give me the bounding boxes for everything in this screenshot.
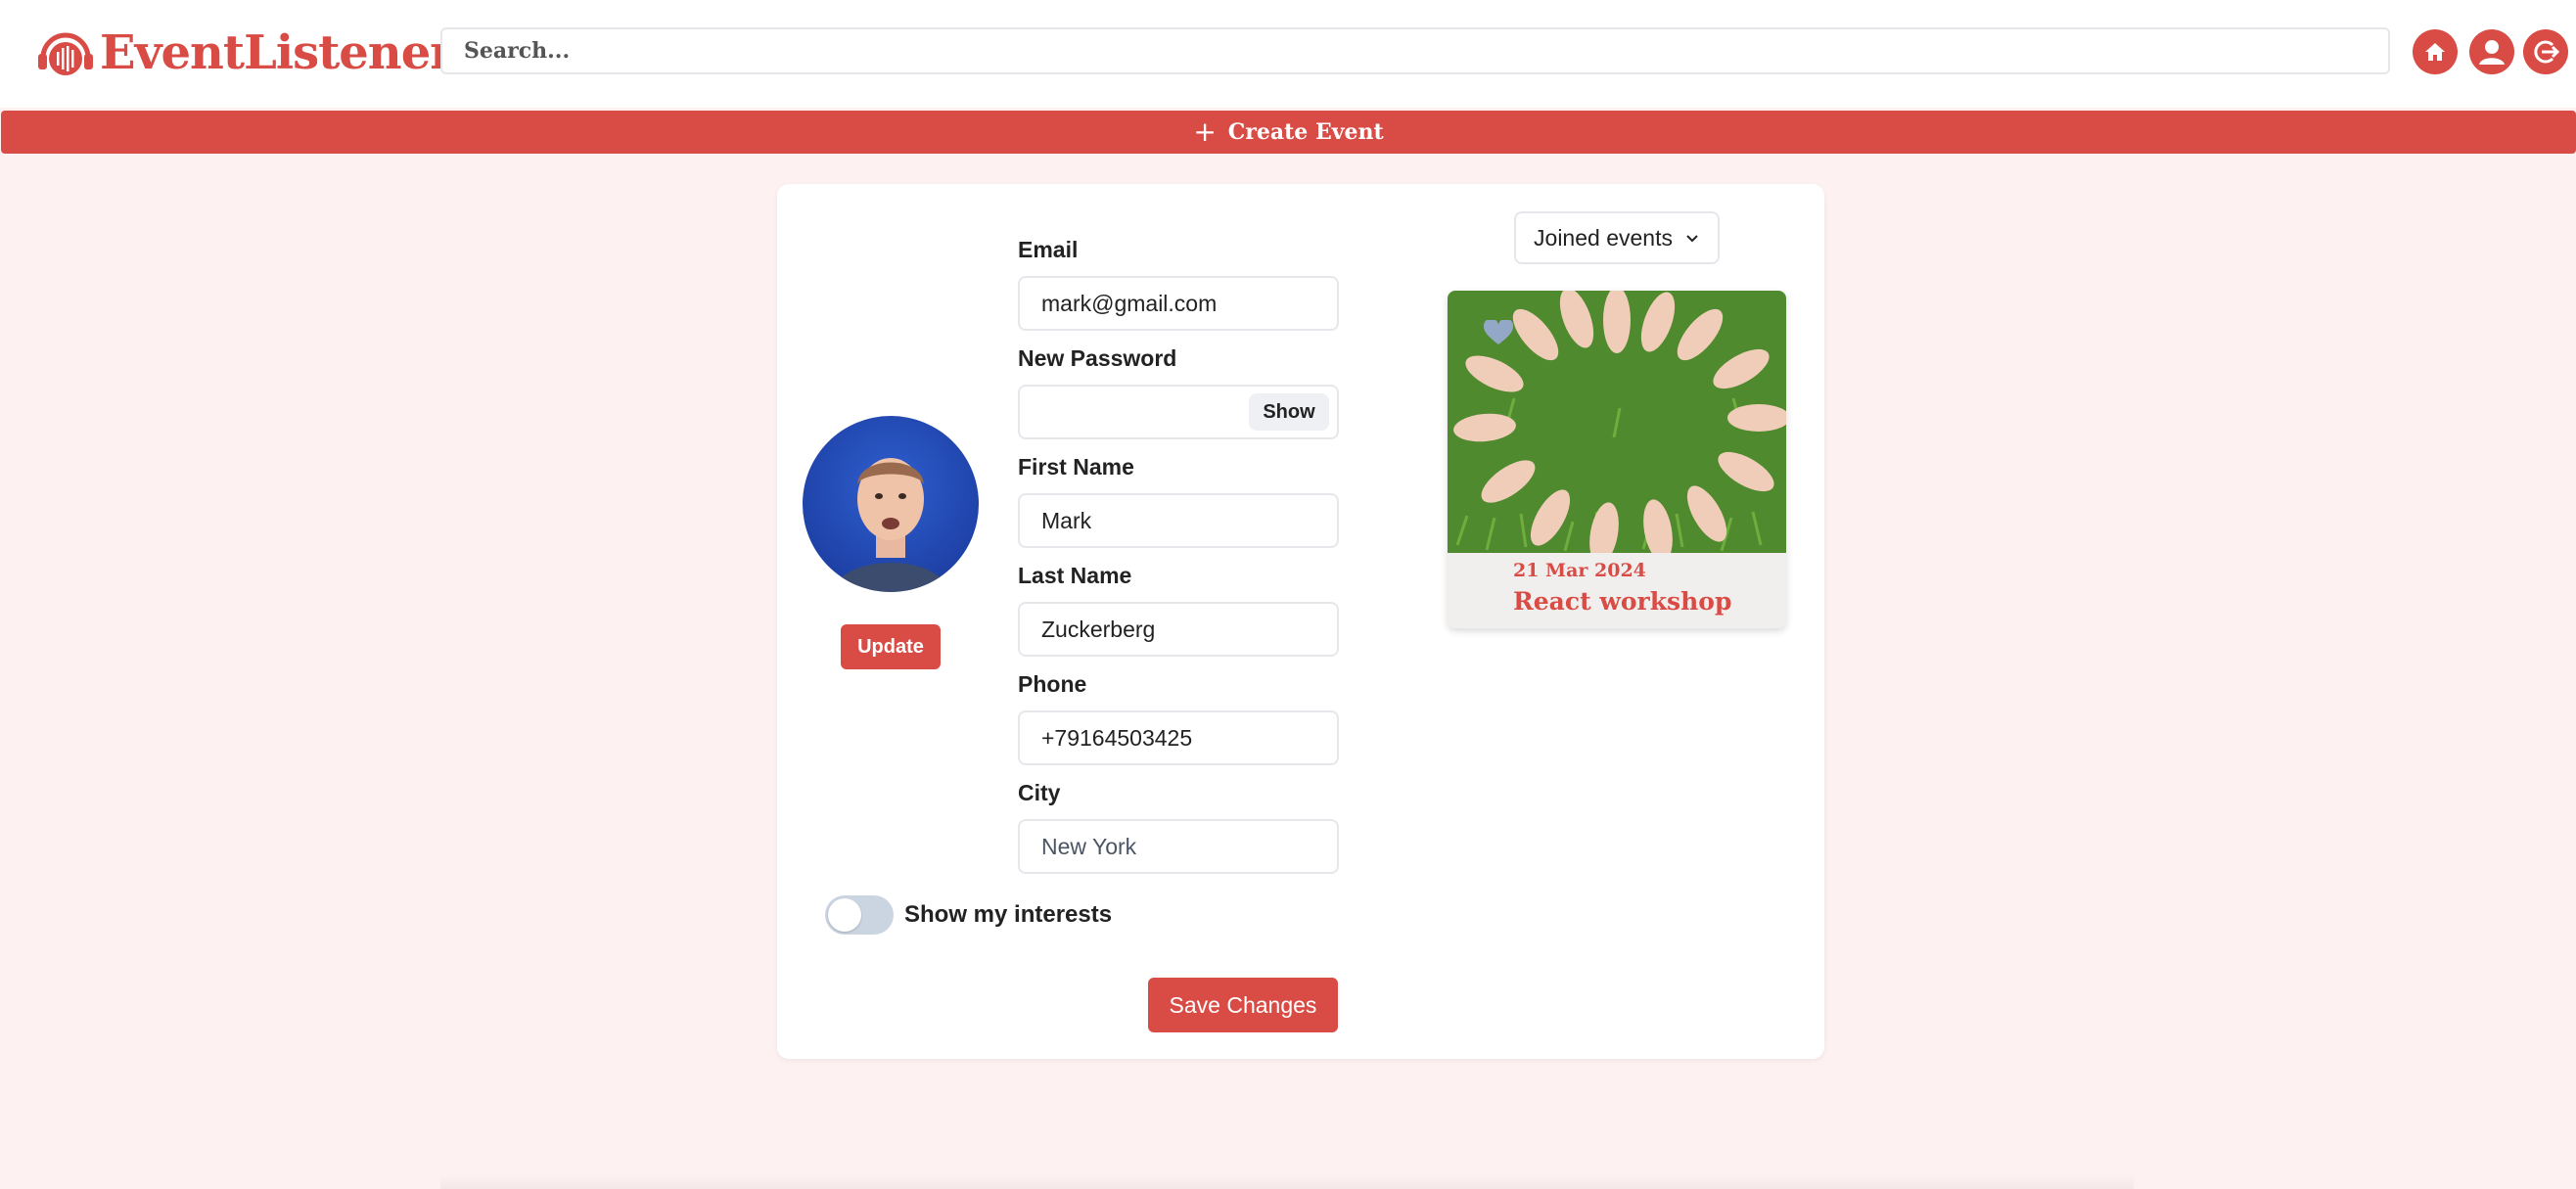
last-name-field[interactable] [1018, 602, 1339, 657]
user-icon [2479, 40, 2505, 65]
heart-icon[interactable] [1484, 320, 1513, 345]
show-interests-toggle[interactable] [825, 895, 894, 935]
update-avatar-button[interactable]: Update [841, 624, 941, 669]
show-password-button[interactable]: Show [1249, 393, 1329, 431]
city-label: City [1018, 780, 1061, 805]
create-event-button[interactable]: + Create Event [1, 111, 2576, 154]
headphones-logo-icon [38, 32, 93, 75]
logout-icon [2534, 40, 2560, 64]
first-name-label: First Name [1018, 454, 1134, 480]
show-interests-label: Show my interests [904, 901, 1113, 928]
top-bar: EventListener [0, 0, 2576, 108]
email-label: Email [1018, 237, 1079, 262]
phone-label: Phone [1018, 671, 1087, 697]
events-filter-dropdown[interactable]: Joined events [1514, 211, 1720, 264]
avatar-photo [803, 416, 979, 592]
city-field[interactable] [1018, 819, 1339, 874]
email-field[interactable] [1018, 276, 1339, 331]
profile-button[interactable] [2469, 29, 2514, 74]
save-changes-button[interactable]: Save Changes [1148, 978, 1338, 1032]
logout-button[interactable] [2523, 29, 2568, 74]
avatar [803, 416, 979, 592]
home-button[interactable] [2413, 29, 2458, 74]
event-date: 21 Mar 2024 [1513, 560, 1646, 581]
logo[interactable]: EventListener [35, 22, 455, 84]
event-title: React workshop [1513, 587, 1732, 616]
phone-field[interactable] [1018, 710, 1339, 765]
home-icon [2425, 43, 2445, 61]
toggle-knob [828, 898, 861, 932]
first-name-field[interactable] [1018, 493, 1339, 548]
search-input[interactable] [440, 27, 2390, 74]
logo-text: EventListener [100, 25, 455, 80]
events-filter-value: Joined events [1534, 224, 1673, 251]
event-card[interactable]: 21 Mar 2024 React workshop [1448, 291, 1786, 628]
create-event-label: Create Event [1227, 119, 1384, 145]
plus-icon: + [1193, 115, 1217, 148]
chevron-down-icon [1684, 230, 1700, 246]
last-name-label: Last Name [1018, 563, 1132, 588]
footer-edge [440, 1174, 2134, 1189]
new-password-label: New Password [1018, 345, 1177, 371]
